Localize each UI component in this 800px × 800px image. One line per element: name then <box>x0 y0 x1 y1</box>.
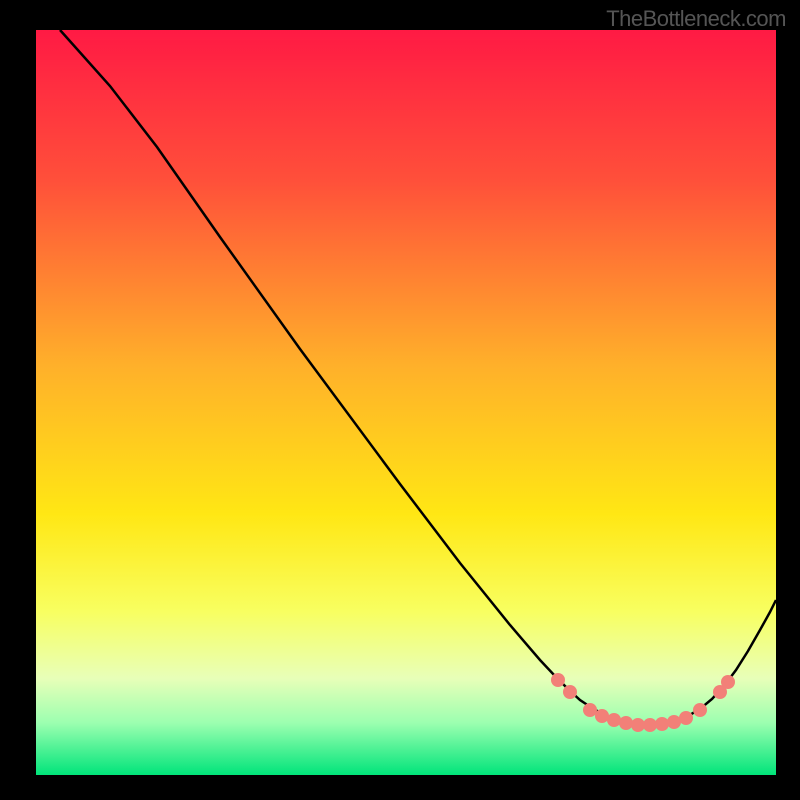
data-marker <box>619 716 633 730</box>
data-marker <box>583 703 597 717</box>
attribution-text: TheBottleneck.com <box>606 6 786 32</box>
data-marker <box>607 713 621 727</box>
data-marker <box>595 709 609 723</box>
chart-frame: TheBottleneck.com <box>0 0 800 800</box>
data-marker <box>693 703 707 717</box>
plot-background <box>36 30 776 775</box>
data-marker <box>655 717 669 731</box>
data-marker <box>721 675 735 689</box>
data-marker <box>643 718 657 732</box>
data-marker <box>631 718 645 732</box>
data-marker <box>667 715 681 729</box>
data-marker <box>563 685 577 699</box>
data-marker <box>551 673 565 687</box>
chart-svg <box>0 0 800 800</box>
data-marker <box>679 711 693 725</box>
